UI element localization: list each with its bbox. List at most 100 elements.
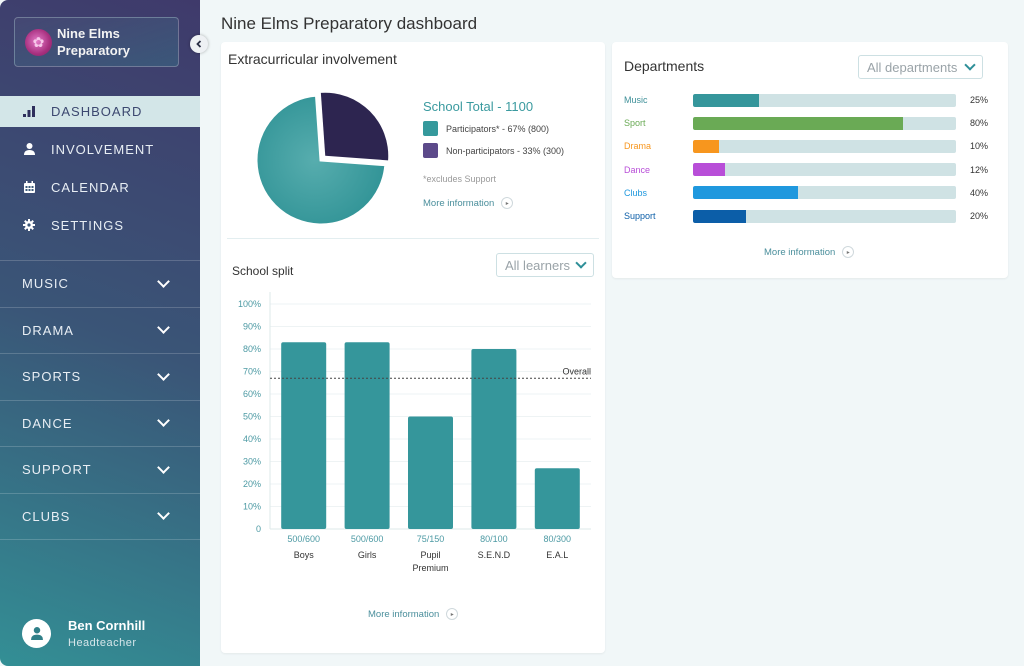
more-info-label: More information bbox=[423, 197, 495, 209]
user-name: Ben Cornhill bbox=[68, 618, 146, 633]
section-clubs[interactable]: CLUBS bbox=[0, 494, 200, 540]
department-progress-fill bbox=[693, 209, 746, 223]
department-progress-fill bbox=[693, 93, 759, 107]
chevron-down-icon bbox=[157, 460, 170, 474]
select-value: All departments bbox=[867, 59, 958, 75]
chevron-right-icon: ▸ bbox=[446, 608, 459, 620]
school-split-title: School split bbox=[232, 264, 294, 278]
department-progress-fill bbox=[693, 139, 720, 153]
y-tick-label: 80% bbox=[243, 344, 261, 354]
user-role: Headteacher bbox=[68, 637, 137, 649]
person-icon bbox=[22, 143, 36, 155]
department-percent: 40% bbox=[970, 187, 989, 198]
nav-item-dashboard[interactable]: DASHBOARD bbox=[0, 96, 200, 127]
section-label: CLUBS bbox=[22, 508, 71, 524]
y-tick-label: 70% bbox=[243, 367, 261, 377]
y-tick-label: 100% bbox=[238, 299, 261, 309]
department-row-support[interactable]: Support 20% bbox=[624, 209, 994, 223]
bar-fraction-label: 500/600 bbox=[287, 534, 320, 544]
department-progress-fill bbox=[693, 186, 799, 200]
school-split-more-info-link[interactable]: More information ▸ bbox=[368, 608, 459, 620]
bar-fraction-label: 500/600 bbox=[351, 534, 384, 544]
nav-item-involvement[interactable]: INVOLVEMENT bbox=[0, 130, 200, 168]
section-music[interactable]: MUSIC bbox=[0, 261, 200, 308]
school-split-bar-chart: 0 10% 20% 30% 40% 50% 60% 70% 80% 90% 100% 500/600 B… bbox=[238, 292, 591, 573]
department-label: Dance bbox=[624, 164, 651, 175]
legend-swatch bbox=[423, 121, 438, 136]
section-sports[interactable]: SPORTS bbox=[0, 354, 200, 401]
select-value: All learners bbox=[505, 257, 571, 273]
y-tick-label: 90% bbox=[243, 322, 261, 332]
department-row-drama[interactable]: Drama 10% bbox=[624, 139, 994, 153]
section-label: SUPPORT bbox=[22, 462, 92, 478]
bar-boys[interactable] bbox=[281, 342, 327, 529]
nav-label: CALENDAR bbox=[51, 179, 130, 195]
nav-item-calendar[interactable]: CALENDAR bbox=[0, 168, 200, 206]
involvement-pie-chart bbox=[254, 92, 389, 227]
department-progress-track bbox=[693, 186, 956, 200]
brand-name: Nine Elms Preparatory bbox=[57, 25, 130, 59]
section-dance[interactable]: DANCE bbox=[0, 401, 200, 447]
card-divider bbox=[227, 238, 599, 239]
department-percent: 10% bbox=[970, 141, 989, 152]
person-icon bbox=[30, 627, 43, 640]
nav-label: INVOLVEMENT bbox=[51, 141, 155, 157]
more-info-label: More information bbox=[368, 608, 440, 620]
page-title: Nine Elms Preparatory dashboard bbox=[221, 14, 478, 33]
department-label: Music bbox=[624, 95, 648, 105]
department-label: Clubs bbox=[624, 187, 648, 198]
section-label: DRAMA bbox=[22, 322, 74, 338]
bar-e-a-l[interactable] bbox=[534, 468, 580, 529]
involvement-title: Extracurricular involvement bbox=[228, 51, 397, 67]
chevron-down-icon bbox=[157, 414, 170, 428]
department-label: Sport bbox=[624, 118, 646, 129]
user-profile[interactable]: Ben Cornhill Headteacher bbox=[22, 618, 145, 649]
department-row-music[interactable]: Music 25% bbox=[624, 93, 994, 107]
y-tick-label: 10% bbox=[243, 502, 261, 512]
department-row-sport[interactable]: Sport 80% bbox=[624, 116, 994, 130]
bar-girls[interactable] bbox=[344, 342, 390, 529]
avatar bbox=[22, 619, 51, 648]
section-support[interactable]: SUPPORT bbox=[0, 447, 200, 494]
departments-filter-select[interactable]: All departments bbox=[858, 55, 983, 79]
more-info-label: More information bbox=[764, 246, 836, 258]
department-progress-track bbox=[693, 209, 956, 223]
pie-slice-non-participators[interactable] bbox=[320, 92, 389, 161]
department-label: Support bbox=[624, 211, 656, 221]
department-progress-fill bbox=[693, 163, 725, 177]
department-progress-track bbox=[693, 139, 956, 153]
school-brand[interactable]: ✿ Nine Elms Preparatory bbox=[14, 17, 179, 67]
nav-item-settings[interactable]: SETTINGS bbox=[0, 206, 200, 244]
section-label: SPORTS bbox=[22, 369, 82, 385]
legend-label: Non-participators - 33% (300) bbox=[446, 145, 565, 156]
learners-filter-select[interactable]: All learners bbox=[496, 253, 594, 277]
chevron-right-icon: ▸ bbox=[842, 246, 855, 258]
gear-icon bbox=[22, 219, 36, 231]
department-percent: 80% bbox=[970, 118, 989, 129]
main-nav: DASHBOARD INVOLVEMENT CALENDAR SETTINGS bbox=[0, 96, 200, 244]
x-tick-label: Pupil bbox=[420, 550, 440, 560]
legend-label: Participators* - 67% (800) bbox=[446, 123, 550, 134]
department-percent: 25% bbox=[970, 95, 989, 105]
departments-title: Departments bbox=[624, 58, 705, 74]
chevron-down-icon bbox=[157, 274, 170, 288]
chevron-down-icon bbox=[157, 321, 170, 335]
calendar-icon bbox=[22, 181, 36, 193]
collapse-sidebar-button[interactable] bbox=[190, 35, 208, 53]
bar-fraction-label: 75/150 bbox=[417, 534, 445, 544]
bar-fraction-label: 80/100 bbox=[480, 534, 508, 544]
section-label: MUSIC bbox=[22, 276, 69, 292]
department-row-dance[interactable]: Dance 12% bbox=[624, 163, 994, 177]
y-tick-label: 30% bbox=[243, 457, 261, 467]
department-row-clubs[interactable]: Clubs 40% bbox=[624, 186, 994, 200]
departments-more-info-link[interactable]: More information ▸ bbox=[764, 246, 855, 258]
bar-s-e-n-d[interactable] bbox=[471, 349, 517, 529]
involvement-card: Extracurricular involvement School Total… bbox=[221, 42, 605, 653]
bar-pupil-premium[interactable] bbox=[408, 416, 453, 530]
brand-name-line2: Preparatory bbox=[57, 43, 130, 58]
involvement-more-info-link[interactable]: More information ▸ bbox=[423, 197, 514, 209]
bar-fraction-label: 80/300 bbox=[544, 534, 572, 544]
section-drama[interactable]: DRAMA bbox=[0, 308, 200, 354]
y-tick-label: 60% bbox=[243, 389, 261, 399]
y-tick-label: 0 bbox=[256, 524, 261, 534]
